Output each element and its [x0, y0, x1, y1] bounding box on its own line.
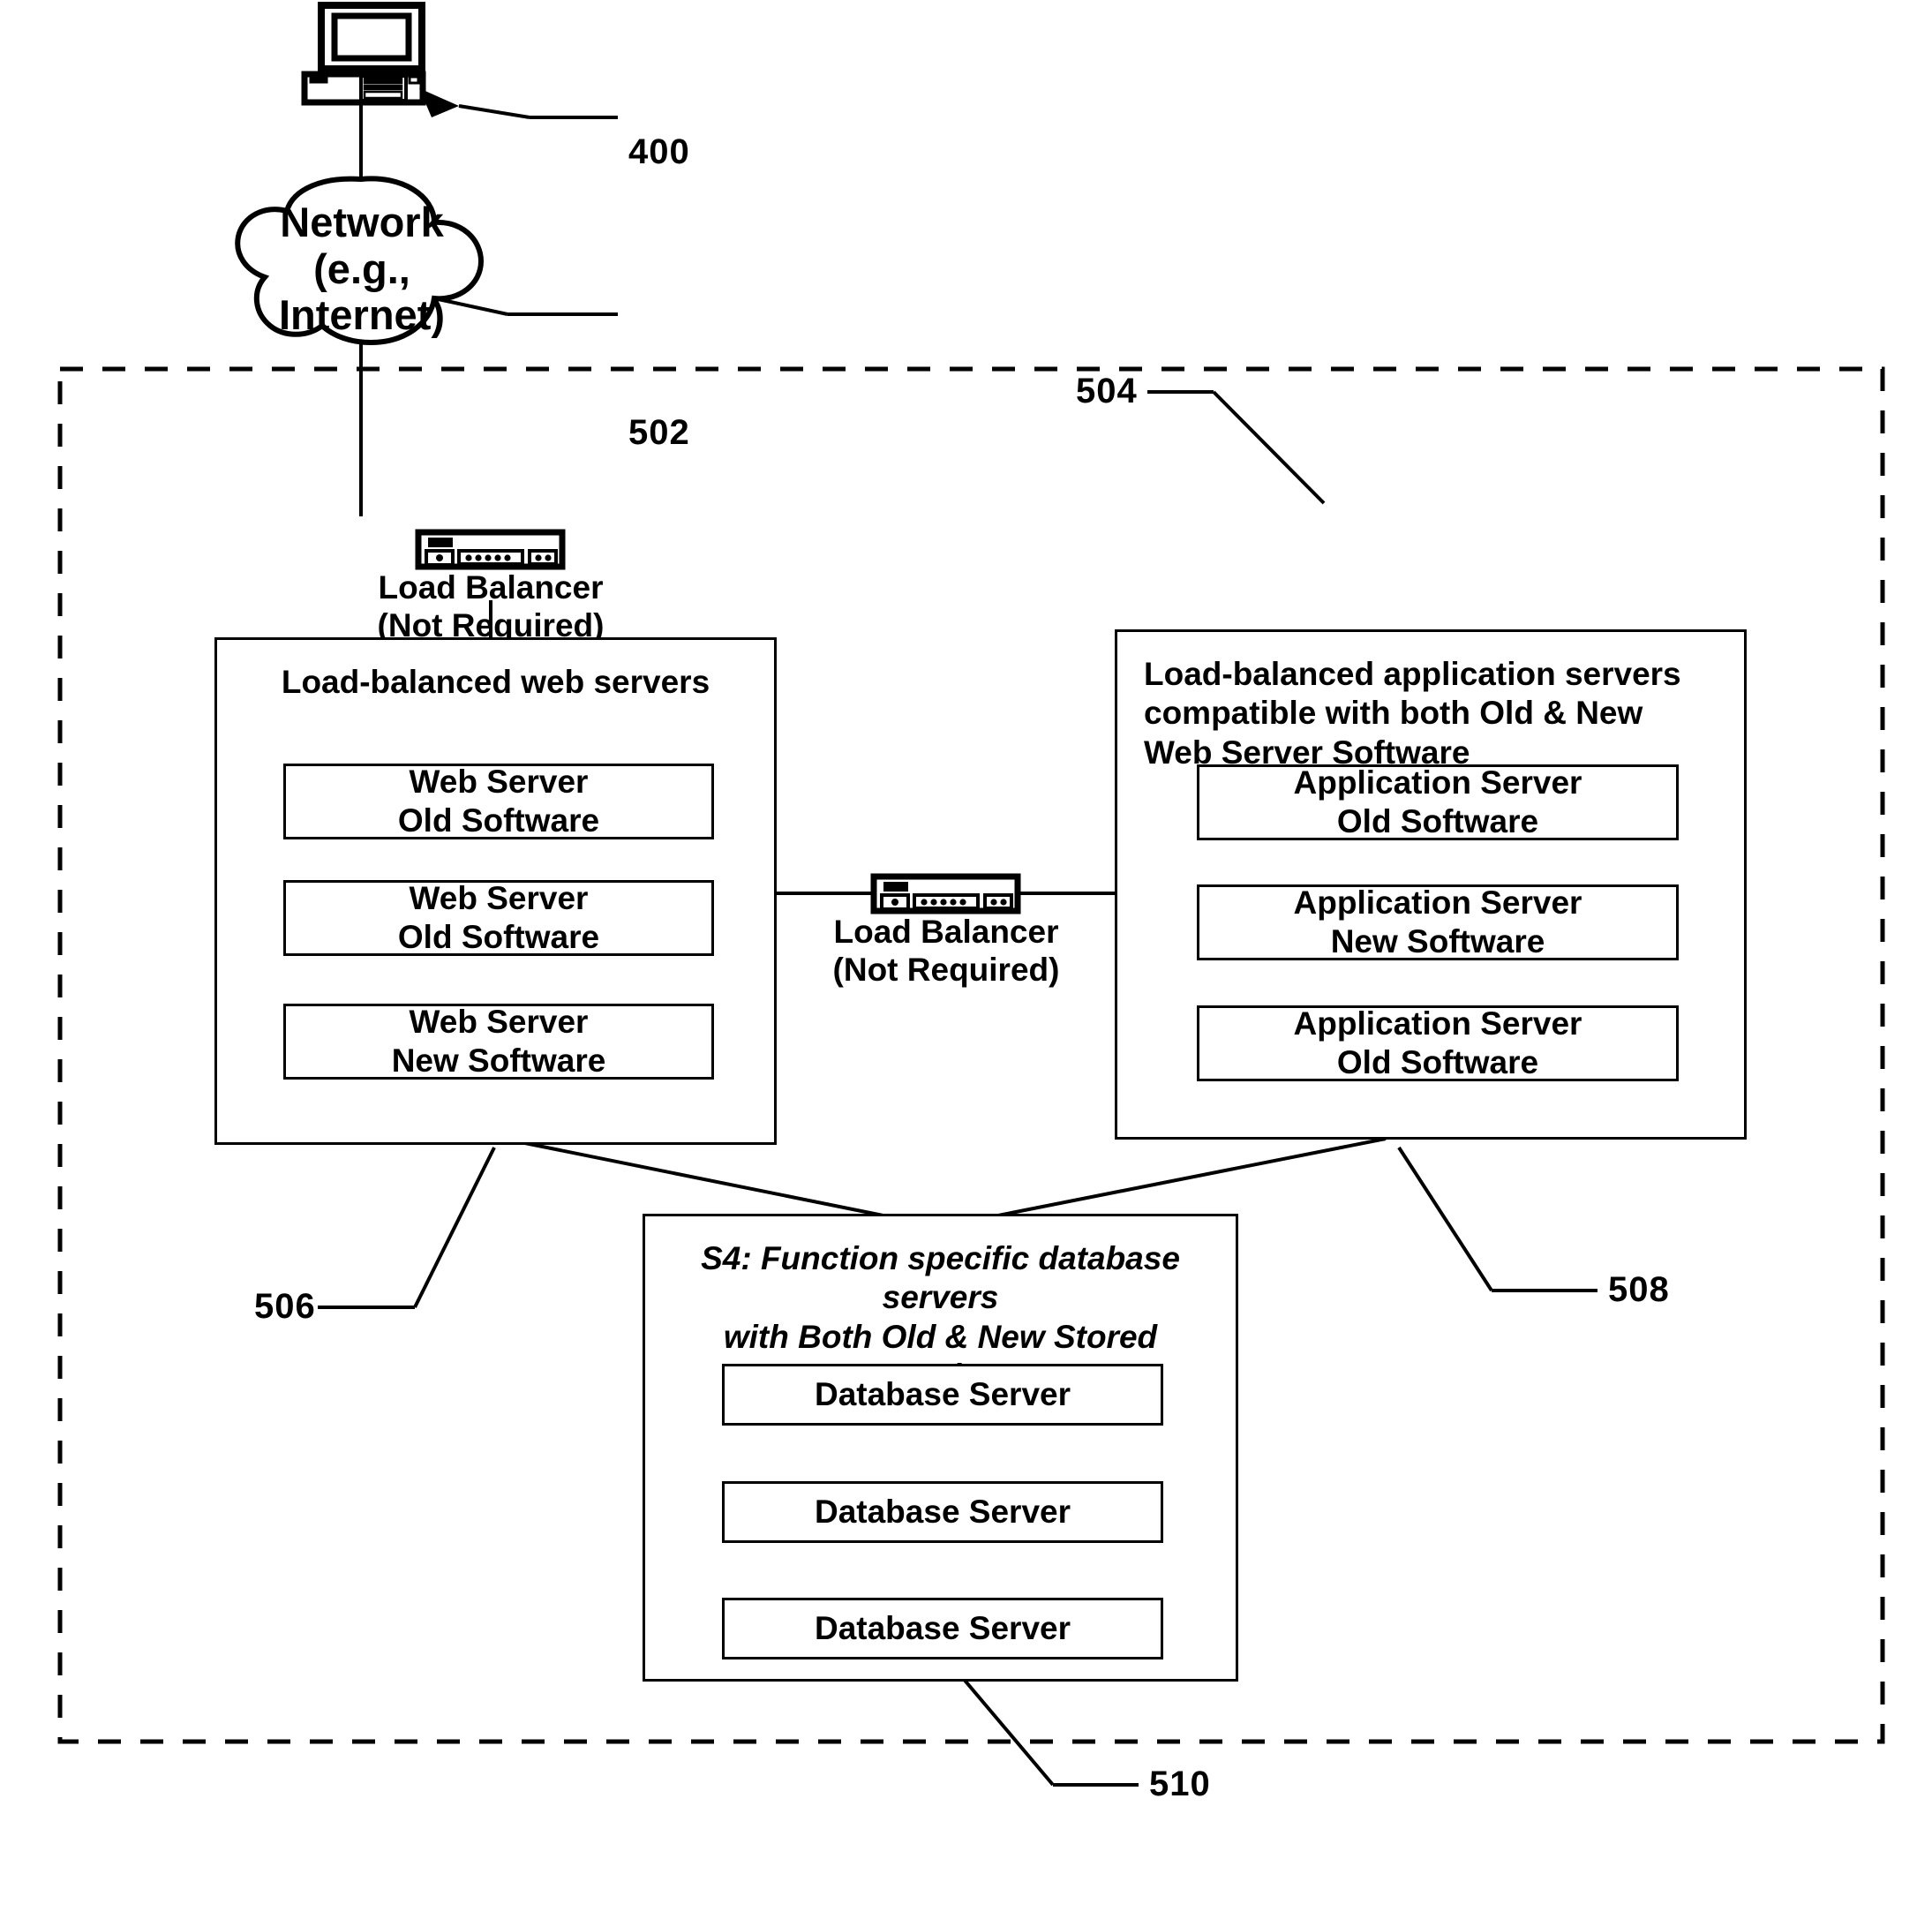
- app-server-box-1[interactable]: Application Server Old Software: [1197, 764, 1679, 840]
- ref-number-502: 502: [628, 413, 690, 452]
- database-server-box-2[interactable]: Database Server: [722, 1481, 1163, 1543]
- middle-load-balancer-caption-line-2: (Not Required): [832, 951, 1060, 988]
- web-server-box-3-line-1: Web Server: [409, 1004, 589, 1041]
- app-server-box-3[interactable]: Application Server Old Software: [1197, 1005, 1679, 1081]
- web-server-box-1[interactable]: Web Server Old Software: [283, 764, 714, 839]
- callout-leader-400: [419, 88, 618, 119]
- web-tier-title: Load-balanced web servers: [281, 664, 710, 700]
- web-server-box-2-line-2: Old Software: [397, 919, 600, 955]
- network-cloud-label-line-1: Network: [280, 199, 444, 245]
- database-server-box-1-line-1: Database Server: [814, 1376, 1071, 1413]
- callout-leader-508: [1397, 1146, 1597, 1292]
- callout-leader-506: [318, 1147, 496, 1309]
- db-tier-title-line-1: S4: Function specific database servers: [701, 1240, 1180, 1316]
- database-server-box-3-line-1: Database Server: [814, 1610, 1071, 1647]
- web-server-box-1-line-2: Old Software: [397, 802, 600, 839]
- web-server-box-2-line-1: Web Server: [409, 880, 589, 917]
- network-cloud-label-line-2: (e.g.,: [313, 245, 410, 292]
- app-tier-title: Load-balanced application servers compat…: [1144, 656, 1681, 771]
- web-server-box-3-line-2: New Software: [391, 1042, 606, 1079]
- app-server-box-1-line-2: Old Software: [1336, 803, 1539, 839]
- callout-leader-504: [1147, 390, 1326, 505]
- app-server-box-2-line-2: New Software: [1330, 923, 1545, 960]
- middle-load-balancer-caption-line-1: Load Balancer: [833, 914, 1059, 950]
- ref-number-400: 400: [628, 132, 690, 171]
- middle-load-balancer-caption: Load Balancer (Not Required): [791, 914, 1101, 990]
- app-server-box-2-line-1: Application Server: [1293, 884, 1582, 922]
- database-server-box-2-line-1: Database Server: [814, 1494, 1071, 1531]
- app-server-box-3-line-2: Old Software: [1336, 1044, 1539, 1080]
- app-server-box-2[interactable]: Application Server New Software: [1197, 884, 1679, 960]
- ref-number-506: 506: [254, 1287, 316, 1326]
- ref-number-504: 504: [1076, 372, 1138, 410]
- web-tier-panel: Load-balanced web servers Web Server Old…: [214, 637, 777, 1145]
- db-tier-panel: S4: Function specific database servers w…: [643, 1214, 1238, 1682]
- app-tier-panel: Load-balanced application servers compat…: [1115, 629, 1747, 1140]
- web-server-box-3[interactable]: Web Server New Software: [283, 1004, 714, 1080]
- patent-figure: Network (e.g., Internet) 400 502 504 506…: [0, 0, 1932, 1919]
- network-cloud-label: Network (e.g., Internet): [238, 199, 485, 339]
- load-balancer-icon-top: [415, 529, 566, 570]
- ref-number-508: 508: [1608, 1270, 1670, 1309]
- callout-leader-510: [960, 1675, 1139, 1787]
- desktop-computer-icon: [301, 2, 426, 106]
- app-server-box-3-line-1: Application Server: [1293, 1005, 1582, 1042]
- load-balancer-icon-middle: [870, 873, 1021, 914]
- web-server-box-2[interactable]: Web Server Old Software: [283, 880, 714, 956]
- app-server-box-1-line-1: Application Server: [1293, 764, 1582, 801]
- web-server-box-1-line-1: Web Server: [409, 764, 589, 801]
- network-cloud-label-line-3: Internet): [279, 291, 445, 339]
- database-server-box-1[interactable]: Database Server: [722, 1364, 1163, 1426]
- top-load-balancer-caption-line-1: Load Balancer: [378, 569, 604, 606]
- database-server-box-3[interactable]: Database Server: [722, 1598, 1163, 1659]
- top-load-balancer-caption: Load Balancer (Not Required): [335, 569, 646, 645]
- ref-number-510: 510: [1149, 1765, 1211, 1803]
